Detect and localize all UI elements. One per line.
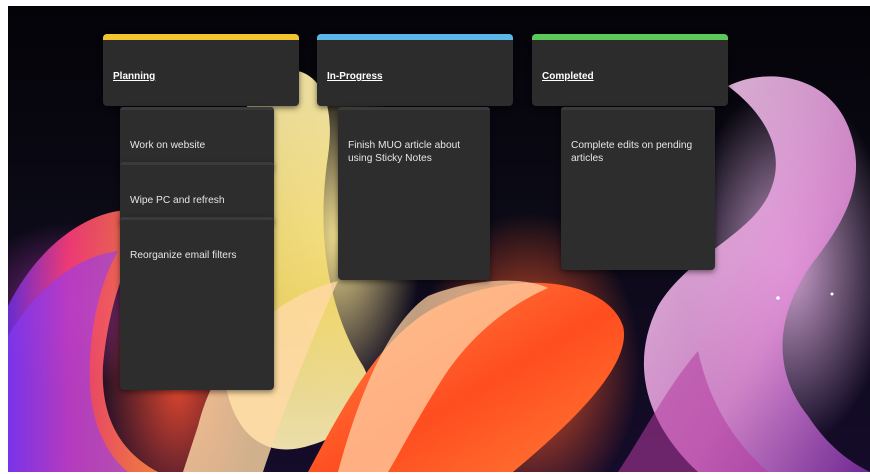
desktop-screen: Planning In-Progress Completed Work on w… [8, 6, 870, 472]
sticky-note[interactable]: Complete edits on pending articles [561, 107, 715, 270]
column-header-planning[interactable]: Planning [103, 34, 299, 106]
column-title-in-progress[interactable]: In-Progress [327, 71, 383, 82]
column-accent-strip [103, 34, 299, 40]
sticky-note[interactable]: Wipe PC and refresh [120, 162, 274, 224]
sticky-note[interactable]: Reorganize email filters [120, 217, 274, 390]
note-edge [120, 162, 274, 165]
sticky-note[interactable]: Work on website [120, 107, 274, 169]
note-text: Work on website [130, 140, 206, 151]
note-text: Wipe PC and refresh [130, 195, 225, 206]
column-title-completed[interactable]: Completed [542, 71, 594, 82]
note-text: Reorganize email filters [130, 250, 237, 261]
column-title-planning[interactable]: Planning [113, 71, 155, 82]
note-edge [338, 107, 490, 110]
note-edge [561, 107, 715, 110]
column-accent-strip [317, 34, 513, 40]
column-accent-strip [532, 34, 728, 40]
sticky-note[interactable]: Finish MUO article about using Sticky No… [338, 107, 490, 280]
column-header-completed[interactable]: Completed [532, 34, 728, 106]
note-edge [120, 107, 274, 110]
note-text: Finish MUO article about using Sticky No… [348, 140, 461, 164]
column-header-in-progress[interactable]: In-Progress [317, 34, 513, 106]
note-text: Complete edits on pending articles [571, 140, 693, 164]
note-edge [120, 217, 274, 220]
